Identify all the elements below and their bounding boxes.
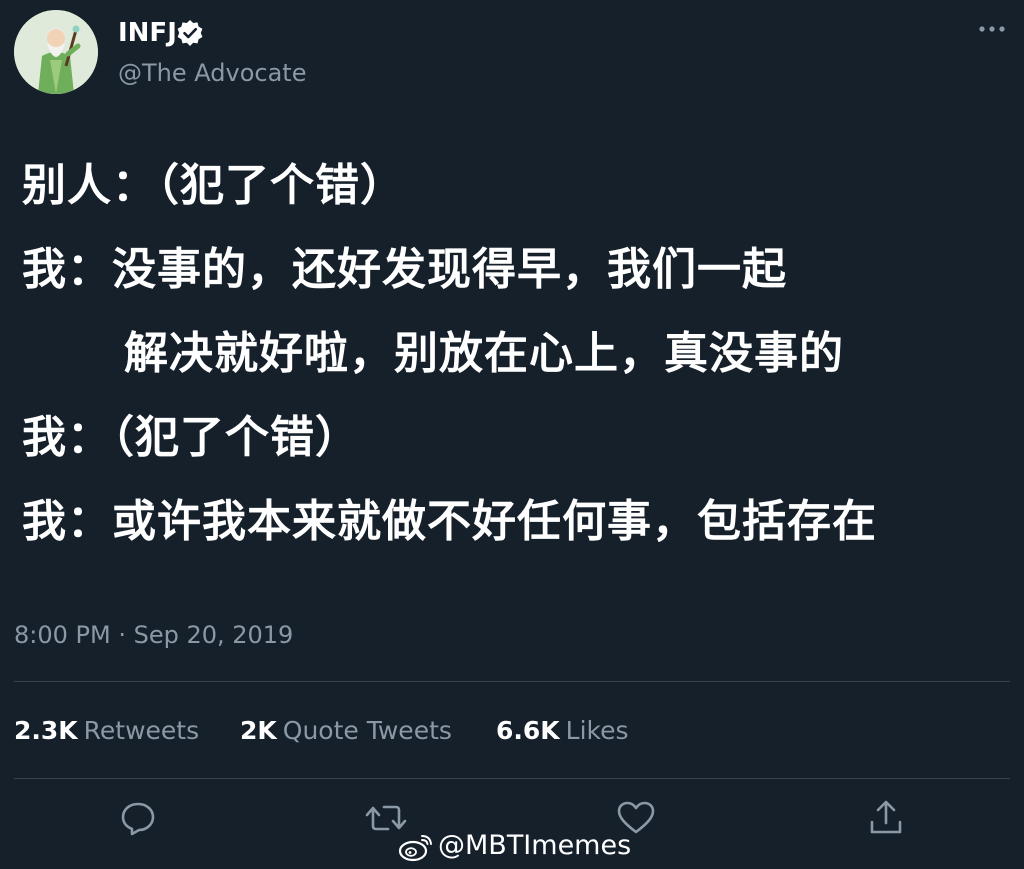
- tweet-text-line: 别人：（犯了个错）: [22, 160, 405, 211]
- reply-icon[interactable]: [116, 796, 160, 840]
- weibo-watermark: @MBTImemes: [398, 826, 631, 866]
- likes-stat[interactable]: 6.6K Likes: [496, 714, 629, 748]
- quote-tweets-label: Quote Tweets: [282, 716, 452, 745]
- tweet-text-line: 我：没事的，还好发现得早，我们一起: [22, 244, 787, 295]
- divider: [14, 681, 1010, 682]
- advocate-avatar-icon: [14, 10, 98, 94]
- tweet-text-line: 解决就好啦，别放在心上，真没事的: [124, 328, 844, 379]
- weibo-logo-icon: [398, 834, 432, 861]
- display-name[interactable]: INFJ: [118, 16, 177, 50]
- quote-tweets-count: 2K: [240, 716, 277, 745]
- more-options-icon[interactable]: [974, 14, 1010, 44]
- tweet-text-line: 我：（犯了个错）: [22, 412, 360, 463]
- avatar[interactable]: [14, 10, 98, 94]
- verified-badge-icon: [177, 20, 203, 46]
- likes-label: Likes: [565, 716, 629, 745]
- quote-tweets-stat[interactable]: 2K Quote Tweets: [240, 714, 452, 748]
- tweet-detail-view: INFJ @The Advocate 别人：（犯了个错） 我：没事的，还好发现得…: [0, 0, 1024, 869]
- retweets-label: Retweets: [83, 716, 200, 745]
- retweets-stat[interactable]: 2.3K Retweets: [14, 714, 199, 748]
- tweet-text-line: 我：或许我本来就做不好任何事，包括存在: [22, 496, 877, 547]
- user-handle[interactable]: @The Advocate: [118, 56, 306, 90]
- likes-count: 6.6K: [496, 716, 560, 745]
- watermark-text: @MBTImemes: [438, 830, 632, 861]
- divider: [14, 778, 1010, 779]
- retweets-count: 2.3K: [14, 716, 78, 745]
- share-icon[interactable]: [864, 796, 908, 840]
- tweet-timestamp[interactable]: 8:00 PM · Sep 20, 2019: [14, 618, 293, 652]
